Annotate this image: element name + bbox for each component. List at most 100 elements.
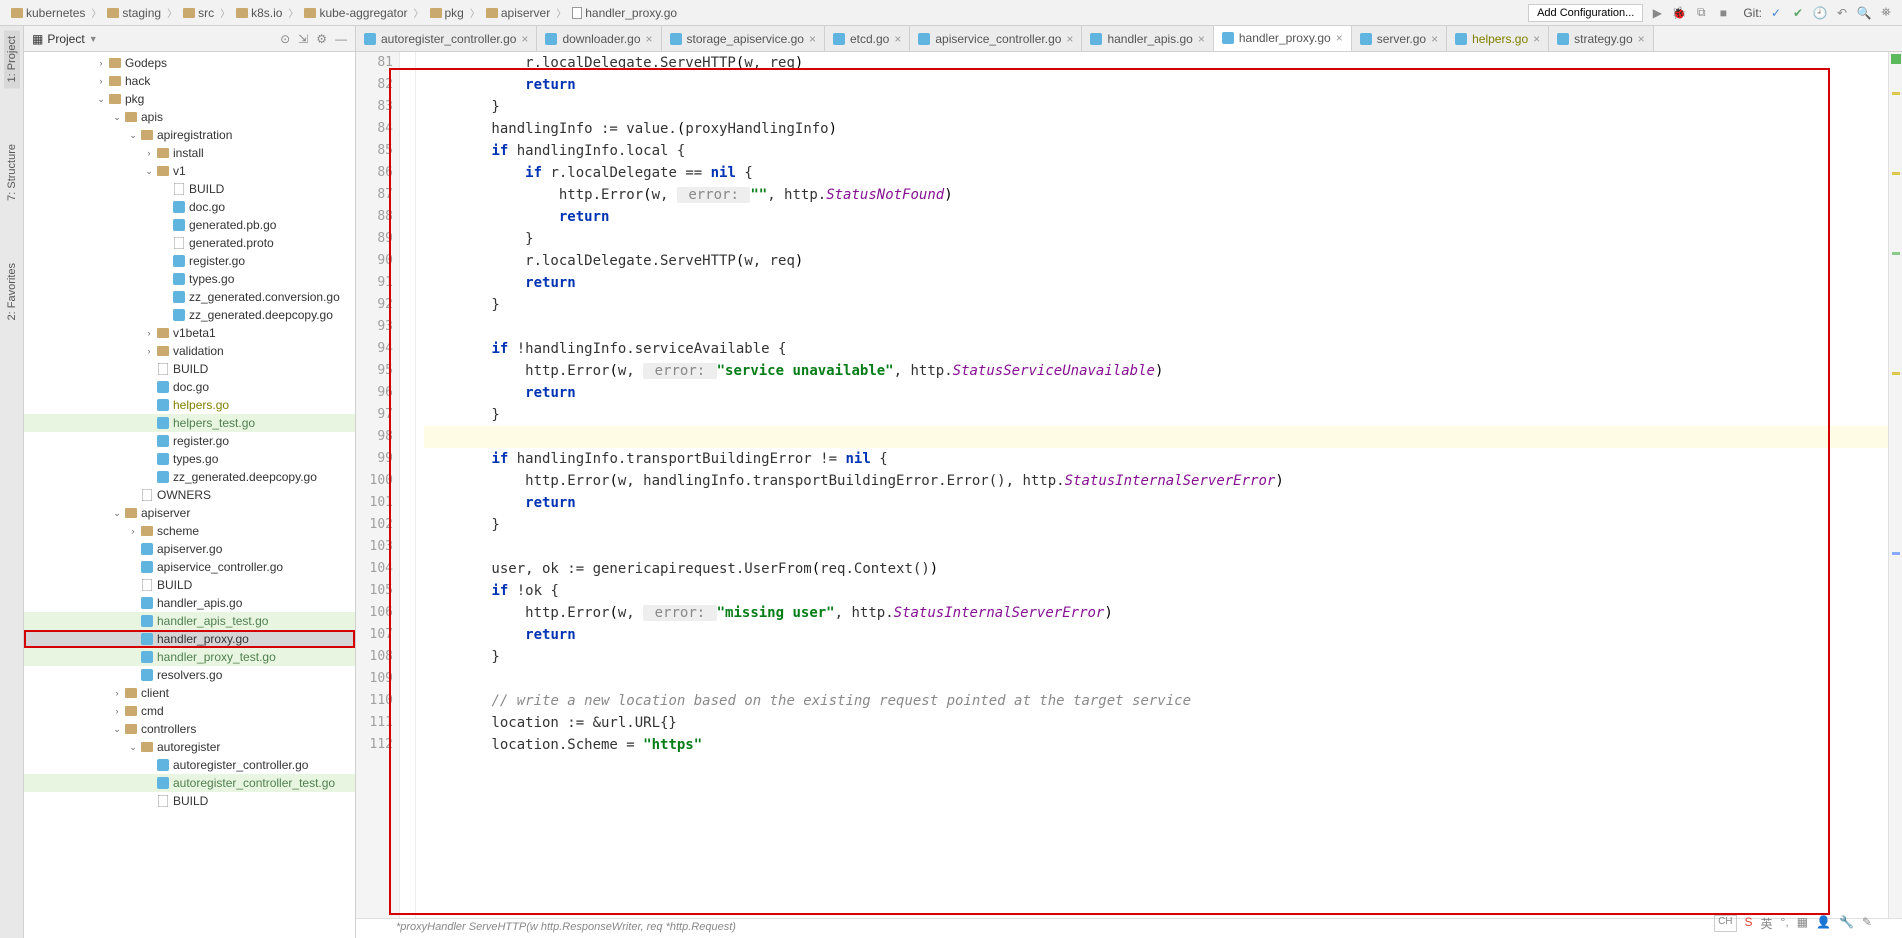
project-view-dropdown-icon[interactable]: ▼ <box>89 34 98 44</box>
tree-row[interactable]: handler_apis.go <box>24 594 355 612</box>
add-configuration-button[interactable]: Add Configuration... <box>1528 4 1643 22</box>
breadcrumb-item[interactable]: kube-aggregator <box>301 5 410 21</box>
tree-arrow-icon[interactable]: ⌄ <box>110 508 124 519</box>
tool-tab-project[interactable]: 1: Project <box>4 30 20 88</box>
code-editor[interactable]: 8182838485868788899091929394959697989910… <box>356 52 1902 918</box>
tree-row[interactable]: apiserver.go <box>24 540 355 558</box>
run-icon[interactable]: ▶ <box>1649 5 1665 21</box>
tree-row[interactable]: ⌄apis <box>24 108 355 126</box>
tree-arrow-icon[interactable]: › <box>142 346 156 356</box>
tree-row[interactable]: register.go <box>24 432 355 450</box>
code-line[interactable] <box>424 316 1888 338</box>
close-tab-icon[interactable]: × <box>1066 32 1073 46</box>
tree-row[interactable]: doc.go <box>24 378 355 396</box>
tree-row[interactable]: autoregister_controller_test.go <box>24 774 355 792</box>
tree-row[interactable]: BUILD <box>24 180 355 198</box>
tree-arrow-icon[interactable]: › <box>110 706 124 716</box>
project-view-label[interactable]: Project <box>47 32 84 46</box>
code-line[interactable]: r.localDelegate.ServeHTTP(w, req) <box>424 250 1888 272</box>
close-tab-icon[interactable]: × <box>646 32 653 46</box>
tree-row[interactable]: ›client <box>24 684 355 702</box>
tree-row[interactable]: zz_generated.deepcopy.go <box>24 468 355 486</box>
tree-row[interactable]: autoregister_controller.go <box>24 756 355 774</box>
editor-tab[interactable]: storage_apiservice.go× <box>662 26 825 51</box>
hide-panel-icon[interactable]: — <box>335 32 347 46</box>
tree-row[interactable]: OWNERS <box>24 486 355 504</box>
tree-row[interactable]: ›cmd <box>24 702 355 720</box>
code-line[interactable]: http.Error(w, error: "", http.StatusNotF… <box>424 184 1888 206</box>
status-icon-2[interactable]: °, <box>1781 915 1789 932</box>
tree-row[interactable]: ⌄v1 <box>24 162 355 180</box>
vcs-revert-icon[interactable]: ↶ <box>1834 5 1850 21</box>
error-stripe[interactable] <box>1888 52 1902 918</box>
tree-arrow-icon[interactable]: ⌄ <box>110 112 124 123</box>
tree-row[interactable]: ›v1beta1 <box>24 324 355 342</box>
code-line[interactable]: handlingInfo := value.(proxyHandlingInfo… <box>424 118 1888 140</box>
code-line[interactable] <box>424 426 1888 448</box>
code-line[interactable]: location := &url.URL{} <box>424 712 1888 734</box>
tree-arrow-icon[interactable]: › <box>126 526 140 536</box>
close-tab-icon[interactable]: × <box>1638 32 1645 46</box>
tool-tab-structure[interactable]: 7: Structure <box>4 138 20 207</box>
tree-row[interactable]: ›scheme <box>24 522 355 540</box>
code-line[interactable]: http.Error(w, handlingInfo.transportBuil… <box>424 470 1888 492</box>
tool-tab-favorites[interactable]: 2: Favorites <box>4 257 20 326</box>
tree-row[interactable]: resolvers.go <box>24 666 355 684</box>
tree-arrow-icon[interactable]: › <box>94 76 108 86</box>
tree-row[interactable]: generated.proto <box>24 234 355 252</box>
status-icon-3[interactable]: ▦ <box>1797 915 1808 932</box>
tree-row[interactable]: helpers_test.go <box>24 414 355 432</box>
breadcrumb-item[interactable]: handler_proxy.go <box>569 5 680 21</box>
tree-arrow-icon[interactable]: ⌄ <box>110 724 124 735</box>
breadcrumb-item[interactable]: staging <box>104 5 164 21</box>
code-line[interactable]: http.Error(w, error: "missing user", htt… <box>424 602 1888 624</box>
editor-tab[interactable]: helpers.go× <box>1447 26 1549 51</box>
tree-row[interactable]: ›Godeps <box>24 54 355 72</box>
search-everywhere-icon[interactable]: 🔍 <box>1856 5 1872 21</box>
tree-row[interactable]: handler_proxy.go <box>24 630 355 648</box>
tree-row[interactable]: BUILD <box>24 792 355 810</box>
editor-tab[interactable]: apiservice_controller.go× <box>910 26 1082 51</box>
tree-row[interactable]: register.go <box>24 252 355 270</box>
editor-breadcrumb[interactable]: *proxyHandler ServeHTTP(w http.ResponseW… <box>356 918 1902 938</box>
code-line[interactable] <box>424 668 1888 690</box>
tree-row[interactable]: ⌄apiserver <box>24 504 355 522</box>
breadcrumb-item[interactable]: kubernetes <box>8 5 88 21</box>
input-method-indicator[interactable]: CH <box>1714 915 1736 932</box>
tree-arrow-icon[interactable]: › <box>142 328 156 338</box>
code-line[interactable]: return <box>424 74 1888 96</box>
status-icon-1[interactable]: 英 <box>1761 915 1773 932</box>
editor-tab[interactable]: downloader.go× <box>537 26 661 51</box>
close-tab-icon[interactable]: × <box>1336 31 1343 45</box>
tree-arrow-icon[interactable]: ⌄ <box>126 130 140 141</box>
code-line[interactable]: } <box>424 514 1888 536</box>
editor-tab[interactable]: autoregister_controller.go× <box>356 26 537 51</box>
close-tab-icon[interactable]: × <box>894 32 901 46</box>
code-line[interactable]: } <box>424 646 1888 668</box>
info-mark[interactable] <box>1892 552 1900 555</box>
code-line[interactable]: if r.localDelegate == nil { <box>424 162 1888 184</box>
code-content[interactable]: r.localDelegate.ServeHTTP(w, req) return… <box>416 52 1888 918</box>
editor-tab[interactable]: handler_proxy.go× <box>1214 26 1352 52</box>
breadcrumb-item[interactable]: apiserver <box>483 5 553 21</box>
code-line[interactable]: user, ok := genericapirequest.UserFrom(r… <box>424 558 1888 580</box>
tree-row[interactable]: handler_proxy_test.go <box>24 648 355 666</box>
tree-row[interactable]: ›validation <box>24 342 355 360</box>
code-line[interactable]: } <box>424 96 1888 118</box>
code-line[interactable]: location.Scheme = "https" <box>424 734 1888 756</box>
warning-mark[interactable] <box>1892 92 1900 95</box>
tree-row[interactable]: doc.go <box>24 198 355 216</box>
vcs-history-icon[interactable]: 🕘 <box>1812 5 1828 21</box>
tree-arrow-icon[interactable]: › <box>94 58 108 68</box>
code-line[interactable]: return <box>424 206 1888 228</box>
vcs-commit-icon[interactable]: ✔ <box>1790 5 1806 21</box>
ime-icon[interactable]: S <box>1745 915 1753 932</box>
ok-mark[interactable] <box>1892 252 1900 255</box>
project-tree[interactable]: ›Godeps›hack⌄pkg⌄apis⌄apiregistration›in… <box>24 52 355 938</box>
tree-arrow-icon[interactable]: ⌄ <box>126 742 140 753</box>
breadcrumb-item[interactable]: k8s.io <box>233 5 285 21</box>
status-icon-5[interactable]: 🔧 <box>1839 915 1854 932</box>
status-icon-4[interactable]: 👤 <box>1816 915 1831 932</box>
tree-arrow-icon[interactable]: ⌄ <box>94 94 108 105</box>
ide-settings-icon[interactable]: ⛯ <box>1878 5 1894 21</box>
